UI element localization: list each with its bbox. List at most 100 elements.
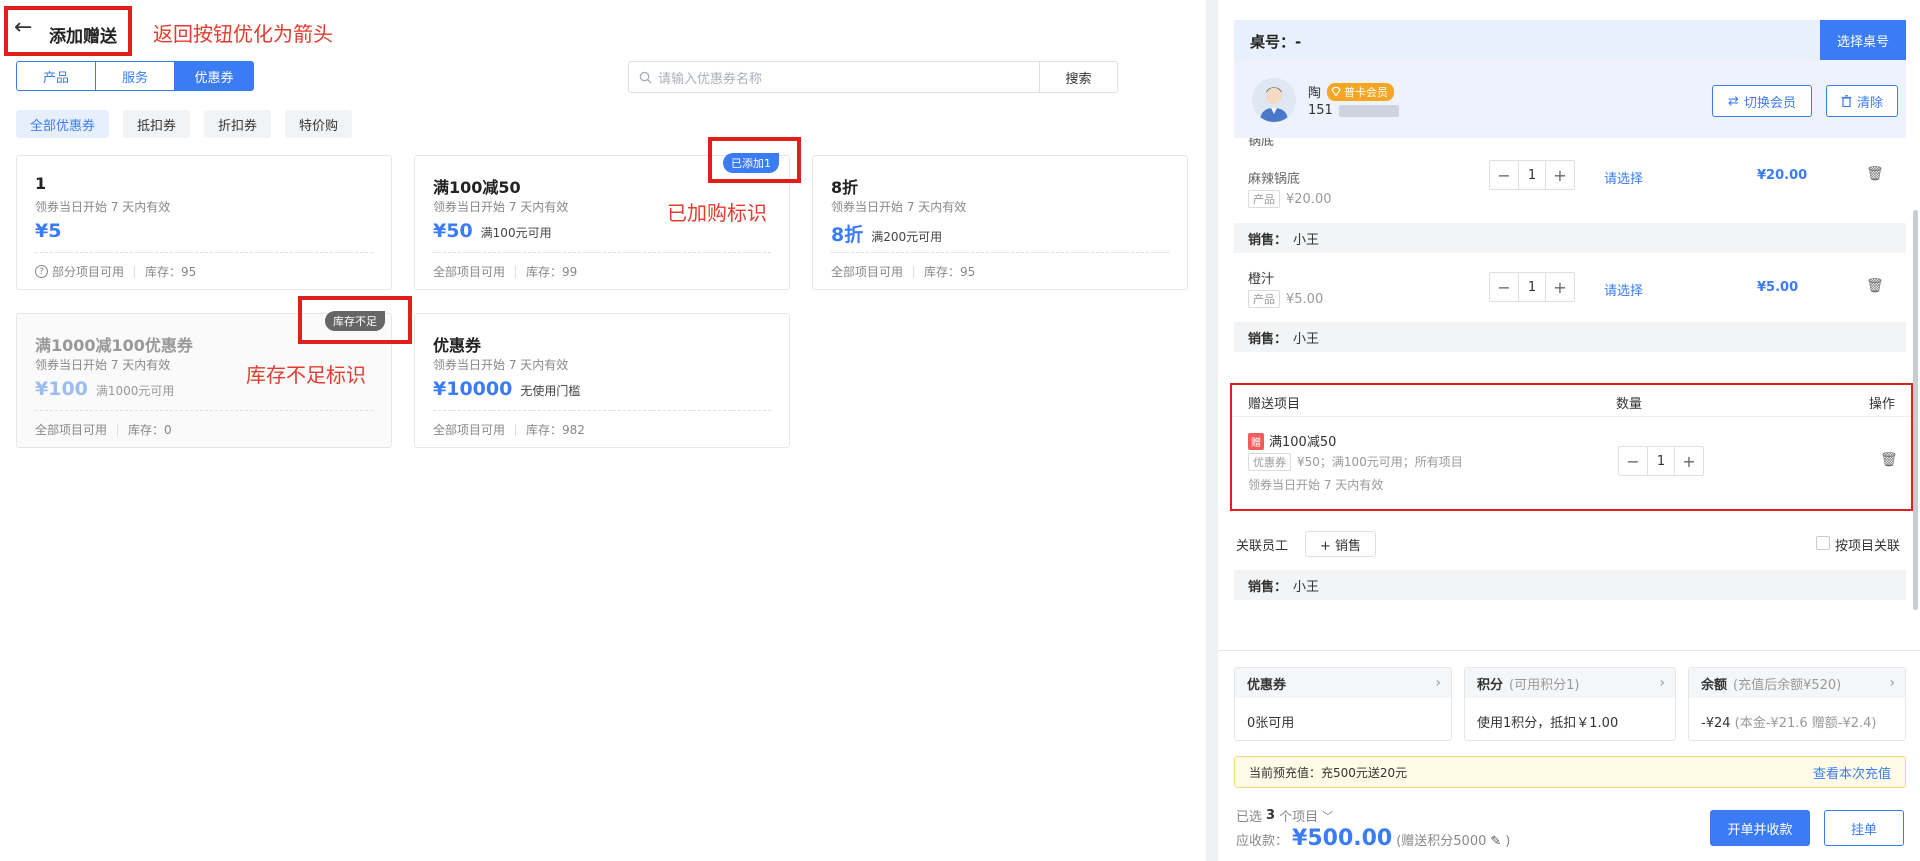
- plus-icon[interactable]: +: [1675, 447, 1703, 475]
- coupon-amount: 8折: [831, 224, 864, 246]
- coupon-stock: 库存：95: [924, 265, 976, 279]
- gift-detail: ¥50；满100元可用；所有项目: [1297, 455, 1463, 469]
- gift-qty-value[interactable]: 1: [1647, 447, 1675, 475]
- selected-num: 3: [1266, 808, 1276, 823]
- coupon-box[interactable]: 优惠券 › 0张可用: [1234, 667, 1452, 741]
- select-staff-link[interactable]: 请选择: [1604, 168, 1643, 187]
- qty-stepper[interactable]: −1 +: [1489, 160, 1575, 190]
- back-arrow-icon[interactable]: ←: [14, 17, 32, 39]
- coupon-card[interactable]: 优惠券 领券当日开始 7 天内有效 ¥10000 无使用门槛 全部项目可用 库存：…: [414, 313, 790, 448]
- filter-discount[interactable]: 折扣券: [204, 110, 272, 138]
- switch-member-button[interactable]: ⇄ 切换会员: [1712, 85, 1812, 117]
- coupon-validity: 领券当日开始 7 天内有效: [831, 200, 967, 214]
- selected-pre: 已选: [1236, 810, 1263, 825]
- seller-name: 小王: [1293, 232, 1320, 248]
- gift-col-qty: 数量: [1616, 397, 1643, 412]
- gift-tag: 优惠券: [1248, 453, 1291, 471]
- view-recharge-link[interactable]: 查看本次充值: [1813, 763, 1891, 782]
- gift-validity: 领券当日开始 7 天内有效: [1248, 478, 1384, 492]
- balance-box[interactable]: 余额 (充值后余额¥520) › -¥24 (本金-¥21.6 赠额-¥2.4): [1688, 667, 1906, 741]
- coupon-validity: 领券当日开始 7 天内有效: [433, 200, 569, 214]
- coupon-condition: 无使用门槛: [520, 384, 581, 398]
- box-extra: (充值后余额¥520): [1733, 677, 1842, 693]
- search-box: 请输入优惠券名称 搜索: [628, 61, 1118, 93]
- trash-icon: [1841, 95, 1852, 107]
- tab-service[interactable]: 服务: [95, 61, 175, 91]
- gift-name: 满100减50: [1269, 435, 1337, 450]
- coupon-condition: 满1000元可用: [95, 384, 175, 398]
- question-icon[interactable]: ?: [35, 265, 48, 278]
- table-bar: 桌号：- 选择桌号: [1234, 20, 1906, 60]
- trash-icon[interactable]: 🗑: [1866, 278, 1884, 294]
- plus-icon[interactable]: +: [1546, 161, 1574, 189]
- item-price: ¥5.00: [1286, 292, 1324, 307]
- filter-all[interactable]: 全部优惠券: [16, 110, 110, 138]
- item-price: ¥20.00: [1286, 192, 1332, 207]
- select-table-button[interactable]: 选择桌号: [1820, 20, 1906, 60]
- staff-sales: 销售： 小王: [1234, 570, 1906, 600]
- qty-value[interactable]: 1: [1518, 161, 1546, 189]
- chevron-right-icon: ›: [1435, 675, 1441, 691]
- box-title: 积分: [1477, 677, 1504, 693]
- coupon-title: 满100减50: [433, 178, 521, 197]
- vip-badge: 普卡会员: [1327, 82, 1395, 101]
- minus-icon[interactable]: −: [1619, 447, 1647, 475]
- selected-count[interactable]: 已选 3 个项目 ﹀: [1236, 806, 1333, 825]
- coupon-scope: 部分项目可用: [52, 265, 125, 279]
- item-tag: 产品: [1248, 190, 1280, 208]
- qty-value[interactable]: 1: [1518, 273, 1546, 301]
- gift-qty-stepper[interactable]: −1 +: [1618, 446, 1704, 476]
- coupon-scope: 全部项目可用: [433, 265, 506, 279]
- sales-label: 销售：: [1248, 232, 1288, 248]
- scrollbar[interactable]: [1913, 210, 1918, 610]
- coupon-title: 1: [35, 174, 47, 193]
- minus-icon[interactable]: −: [1490, 161, 1518, 189]
- seller-name: 小王: [1293, 579, 1320, 595]
- coupon-title: 满1000减100优惠券: [35, 336, 193, 355]
- box-body: -¥24: [1701, 716, 1731, 731]
- trash-icon[interactable]: 🗑: [1880, 452, 1898, 468]
- diamond-icon: [1331, 87, 1341, 96]
- gift-section: 赠送项目 数量 操作 赠满100减50 优惠券 ¥50；满100元可用；所有项目 …: [1230, 383, 1913, 511]
- swap-icon: ⇄: [1728, 93, 1739, 109]
- coupon-title: 8折: [831, 178, 859, 197]
- trash-icon[interactable]: 🗑: [1866, 166, 1884, 182]
- coupon-stock: 库存：95: [145, 265, 197, 279]
- sales-label: 销售：: [1248, 579, 1288, 595]
- coupon-card[interactable]: 1 领券当日开始 7 天内有效 ¥5 ? 部分项目可用 库存：95: [16, 155, 392, 290]
- search-input[interactable]: 请输入优惠券名称: [629, 62, 1039, 92]
- tab-coupon[interactable]: 优惠券: [174, 61, 254, 91]
- hold-button[interactable]: 挂单: [1824, 810, 1904, 846]
- coupon-filters: 全部优惠券 抵扣券 折扣券 特价购: [16, 110, 353, 138]
- by-item-checkbox[interactable]: [1816, 536, 1830, 550]
- coupon-title: 优惠券: [433, 336, 482, 355]
- filter-special[interactable]: 特价购: [285, 110, 353, 138]
- annotation-stock: 库存不足标识: [246, 363, 366, 387]
- added-highlight-box: [708, 137, 801, 183]
- points-box[interactable]: 积分 (可用积分1) › 使用1积分，抵扣￥1.00: [1464, 667, 1676, 741]
- annotation-added: 已加购标识: [667, 201, 767, 225]
- filter-deduct[interactable]: 抵扣券: [123, 110, 191, 138]
- bonus-points: (赠送积分5000: [1396, 834, 1487, 849]
- gift-col-item: 赠送项目: [1248, 397, 1301, 412]
- phone-mask: [1338, 104, 1399, 117]
- table-number: 桌号：-: [1250, 33, 1302, 51]
- add-sales-button[interactable]: + 销售: [1305, 531, 1377, 557]
- box-body: 使用1积分，抵扣￥1.00: [1477, 716, 1619, 731]
- edit-icon[interactable]: ✎: [1490, 834, 1501, 849]
- item-sales: 销售： 小王: [1234, 223, 1906, 253]
- minus-icon[interactable]: −: [1490, 273, 1518, 301]
- tab-product[interactable]: 产品: [16, 61, 96, 91]
- coupon-card[interactable]: 8折 领券当日开始 7 天内有效 8折 满200元可用 全部项目可用 库存：95: [812, 155, 1188, 290]
- plus-icon[interactable]: +: [1546, 273, 1574, 301]
- coupon-amount: ¥10000: [433, 378, 513, 400]
- order-panel: 桌号：- 选择桌号 陶 普卡会员 151 ⇄ 切换会员 清除 锅底 麻辣锅底 产品…: [1218, 0, 1920, 861]
- qty-stepper[interactable]: −1 +: [1489, 272, 1575, 302]
- select-staff-link[interactable]: 请选择: [1604, 280, 1643, 299]
- coupon-condition: 满200元可用: [871, 230, 943, 244]
- search-button[interactable]: 搜索: [1039, 62, 1117, 92]
- box-title: 余额: [1701, 677, 1728, 693]
- clear-member-button[interactable]: 清除: [1826, 85, 1898, 117]
- checkout-button[interactable]: 开单并收款: [1710, 810, 1810, 846]
- due-amount: ¥500.00: [1292, 826, 1393, 851]
